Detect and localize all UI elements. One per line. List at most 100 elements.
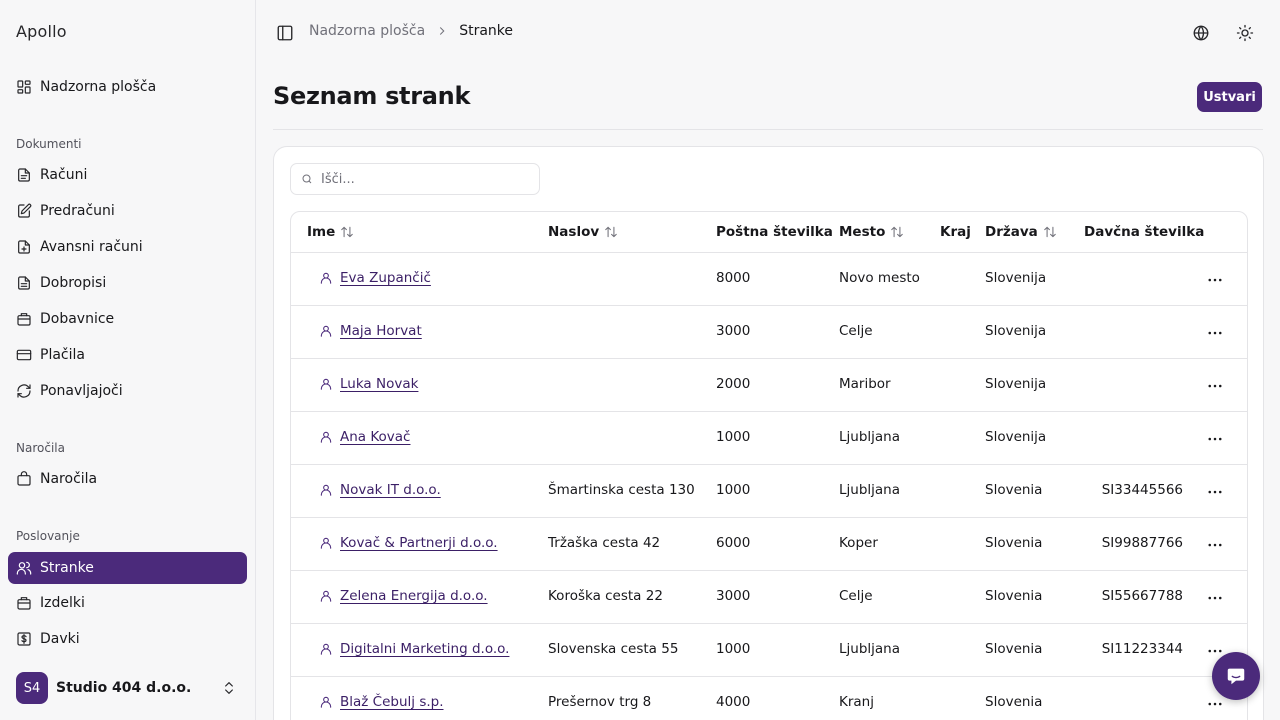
- customer-link[interactable]: Blaž Čebulj s.p.: [340, 694, 444, 710]
- avatar: S4: [16, 672, 48, 704]
- column-header-name: Ime: [307, 224, 354, 240]
- row-actions-button[interactable]: [1206, 589, 1224, 607]
- column-label: Davčna številka: [1084, 224, 1205, 240]
- sidebar-item-dashboard[interactable]: Nadzorna plošča: [8, 71, 247, 103]
- sidebar-toggle-icon[interactable]: [276, 24, 294, 42]
- cell-address: Slovenska cesta 55: [548, 641, 679, 657]
- organization-switcher[interactable]: S4 Studio 404 d.o.o.: [8, 668, 247, 708]
- column-header-postal-code: Poštna številka: [716, 224, 833, 240]
- column-header-tax-number: Davčna številka: [1084, 224, 1204, 240]
- sidebar-item-payments[interactable]: Plačila: [8, 339, 247, 371]
- sidebar-item-orders[interactable]: Naročila: [8, 463, 247, 495]
- cell-postal-code: 6000: [716, 535, 751, 551]
- table-row: Zelena Energija d.o.o. Koroška cesta 22 30…: [291, 571, 1247, 624]
- user-icon: [319, 377, 333, 391]
- row-actions-button[interactable]: [1206, 536, 1224, 554]
- chat-icon: [1227, 668, 1245, 685]
- row-actions-button[interactable]: [1206, 271, 1224, 289]
- customer-link[interactable]: Zelena Energija d.o.o.: [340, 588, 488, 604]
- table-row: Digitalni Marketing d.o.o. Slovenska cest…: [291, 624, 1247, 677]
- cell-postal-code: 4000: [716, 694, 751, 710]
- more-horizontal-icon: [1208, 702, 1222, 706]
- row-actions-button[interactable]: [1206, 483, 1224, 501]
- more-horizontal-icon: [1208, 278, 1222, 282]
- sort-icon[interactable]: [1043, 225, 1057, 239]
- sidebar-item-delivery-notes[interactable]: Dobavnice: [8, 303, 247, 335]
- cell-name: Eva Zupančič: [319, 270, 431, 286]
- sort-icon[interactable]: [890, 225, 904, 239]
- more-horizontal-icon: [1208, 331, 1222, 335]
- customer-link[interactable]: Ana Kovač: [340, 429, 410, 445]
- cell-postal-code: 1000: [716, 482, 751, 498]
- package-icon: [16, 311, 32, 327]
- create-button[interactable]: Ustvari: [1197, 82, 1262, 112]
- breadcrumb-current: Stranke: [459, 23, 513, 39]
- column-header-country: Država: [985, 224, 1057, 240]
- customers-card: Ime Naslov Poštna številka Mesto Kraj Dr…: [273, 146, 1264, 720]
- more-horizontal-icon: [1208, 596, 1222, 600]
- cell-country: Slovenia: [985, 482, 1043, 498]
- user-icon: [319, 430, 333, 444]
- customer-link[interactable]: Novak IT d.o.o.: [340, 482, 441, 498]
- top-bar: Nadzorna plošča Stranke: [256, 0, 1280, 64]
- cell-name: Digitalni Marketing d.o.o.: [319, 641, 509, 657]
- sidebar-item-label: Stranke: [40, 560, 94, 576]
- cell-tax-number: SI11223344: [1101, 641, 1183, 657]
- search-box[interactable]: [290, 163, 540, 195]
- column-header-address: Naslov: [548, 224, 618, 240]
- sidebar-item-estimates[interactable]: Predračuni: [8, 195, 247, 227]
- cell-city: Celje: [839, 588, 873, 604]
- sidebar-item-credit-notes[interactable]: Dobropisi: [8, 267, 247, 299]
- sidebar-item-recurring[interactable]: Ponavljajoči: [8, 375, 247, 407]
- globe-icon[interactable]: [1192, 24, 1210, 42]
- sidebar-item-invoices[interactable]: Računi: [8, 159, 247, 191]
- customer-link[interactable]: Kovač & Partnerji d.o.o.: [340, 535, 498, 551]
- search-input[interactable]: [321, 171, 521, 187]
- sidebar-item-label: Davki: [40, 631, 80, 647]
- user-icon: [319, 483, 333, 497]
- column-label: Mesto: [839, 224, 886, 240]
- search-icon: [301, 173, 313, 185]
- user-icon: [319, 271, 333, 285]
- file-plus-icon: [16, 239, 32, 255]
- cell-address: Tržaška cesta 42: [548, 535, 661, 551]
- cell-country: Slovenia: [985, 641, 1043, 657]
- chevrons-up-down-icon: [221, 680, 237, 696]
- cell-name: Luka Novak: [319, 376, 418, 392]
- cell-city: Koper: [839, 535, 878, 551]
- sort-icon[interactable]: [340, 225, 354, 239]
- customer-link[interactable]: Luka Novak: [340, 376, 418, 392]
- user-icon: [319, 536, 333, 550]
- cell-address: Koroška cesta 22: [548, 588, 663, 604]
- chat-button[interactable]: [1212, 652, 1260, 700]
- cell-city: Novo mesto: [839, 270, 920, 286]
- row-actions-button[interactable]: [1206, 324, 1224, 342]
- cell-country: Slovenija: [985, 429, 1047, 445]
- sort-icon[interactable]: [604, 225, 618, 239]
- sidebar-item-label: Predračuni: [40, 203, 115, 219]
- cell-name: Zelena Energija d.o.o.: [319, 588, 488, 604]
- user-icon: [319, 589, 333, 603]
- customer-link[interactable]: Eva Zupančič: [340, 270, 431, 286]
- sun-icon[interactable]: [1236, 24, 1254, 42]
- sidebar-item-customers[interactable]: Stranke: [8, 552, 247, 584]
- column-label: Naslov: [548, 224, 600, 240]
- organization-name: Studio 404 d.o.o.: [56, 680, 192, 696]
- row-actions-button[interactable]: [1206, 430, 1224, 448]
- customer-link[interactable]: Maja Horvat: [340, 323, 422, 339]
- sidebar-item-products[interactable]: Izdelki: [8, 587, 247, 619]
- table-row: Kovač & Partnerji d.o.o. Tržaška cesta 42…: [291, 518, 1247, 571]
- cell-address: Prešernov trg 8: [548, 694, 652, 710]
- sidebar-item-advance-invoices[interactable]: Avansni računi: [8, 231, 247, 263]
- customer-link[interactable]: Digitalni Marketing d.o.o.: [340, 641, 509, 657]
- package-icon: [16, 595, 32, 611]
- row-actions-button[interactable]: [1206, 695, 1224, 713]
- breadcrumb-link-dashboard[interactable]: Nadzorna plošča: [309, 23, 425, 39]
- sidebar-item-taxes[interactable]: Davki: [8, 623, 247, 655]
- row-actions-button[interactable]: [1206, 377, 1224, 395]
- cell-city: Ljubljana: [839, 482, 901, 498]
- cell-name: Ana Kovač: [319, 429, 410, 445]
- more-horizontal-icon: [1208, 384, 1222, 388]
- group-label-orders: Naročila: [16, 441, 65, 455]
- sidebar-item-label: Izdelki: [40, 595, 85, 611]
